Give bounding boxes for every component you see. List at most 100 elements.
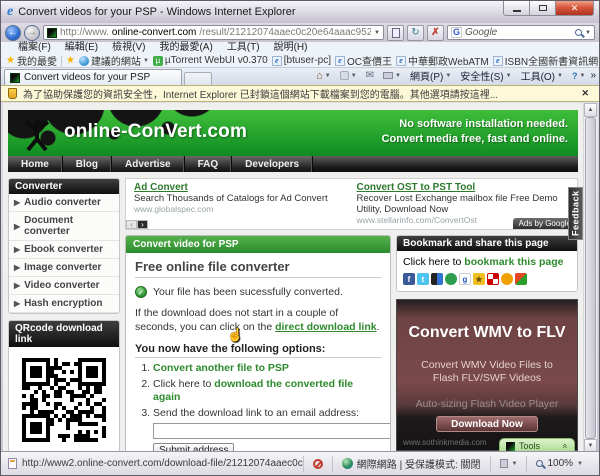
nav-faq[interactable]: FAQ xyxy=(184,156,233,172)
utorrent-icon: µ xyxy=(152,55,163,66)
search-magnifier-icon[interactable] xyxy=(575,29,583,36)
sidebar-item-video-converter[interactable]: ▶ Video converter xyxy=(9,277,119,295)
search-dropdown-icon[interactable]: ▼ xyxy=(585,30,591,36)
favorite-webatm[interactable]: e 中華郵政WebATM xyxy=(396,54,489,67)
command-overflow-chevron[interactable]: » xyxy=(590,70,596,81)
tab-convert-videos[interactable]: Convert videos for your PSP xyxy=(4,69,182,85)
qrcode-panel: QRcode download link What is this? xyxy=(8,320,120,453)
page-menu-button[interactable]: 網頁(P) ▼ xyxy=(406,68,455,83)
feeds-button[interactable]: ▼ xyxy=(336,71,361,80)
feedback-tab[interactable]: Feedback xyxy=(568,187,583,240)
nav-developers[interactable]: Developers xyxy=(232,156,314,172)
window-controls: ✕ xyxy=(503,1,594,16)
security-zone[interactable]: 網際網路 | 受保護模式: 關閉 xyxy=(331,455,490,472)
url-path: /result/21212074aaec0c20e64aaac9522d5f27 xyxy=(199,27,371,38)
add-favorite-icon[interactable]: ★ xyxy=(66,55,75,66)
direct-download-link[interactable]: direct download link xyxy=(275,321,377,333)
compatibility-view-button[interactable] xyxy=(387,24,404,41)
help-button[interactable]: ? ▼ xyxy=(568,71,589,81)
status-page-icon xyxy=(8,458,17,469)
info-bar-message[interactable]: 為了協助保護您的資訊安全性，Internet Explorer 已封鎖這個網站下… xyxy=(23,86,498,101)
site-logo[interactable]: online-ConVert.com xyxy=(64,121,247,143)
sidebar-item-image-converter[interactable]: ▶ Image converter xyxy=(9,259,119,277)
zoom-control[interactable]: 100% ▼ xyxy=(526,455,592,472)
vertical-scrollbar[interactable]: ▲ ▼ xyxy=(583,103,597,453)
ad-next-button[interactable]: › xyxy=(137,220,148,229)
globe-share-icon[interactable] xyxy=(445,273,457,285)
bookmark-this-page-link[interactable]: bookmark this page xyxy=(464,256,563,268)
safety-menu-button[interactable]: 安全性(S) ▼ xyxy=(456,68,515,83)
scroll-up-arrow[interactable]: ▲ xyxy=(584,103,597,117)
minimize-button[interactable] xyxy=(503,1,530,16)
wmv-ad-banner[interactable]: Convert WMV to FLV Convert WMV Video Fil… xyxy=(396,299,578,451)
delicious-icon[interactable] xyxy=(431,273,443,285)
center-area: Ad Convert Search Thousands of Catalogs … xyxy=(125,178,578,453)
nav-home[interactable]: Home xyxy=(8,156,63,172)
checkered-share-icon[interactable] xyxy=(487,273,499,285)
title-bar[interactable]: e Convert videos for your PSP - Windows … xyxy=(1,1,599,23)
sidebar-item-ebook-converter[interactable]: ▶ Ebook converter xyxy=(9,241,119,259)
stop-button[interactable]: ✗ xyxy=(427,24,444,41)
menu-help[interactable]: 說明(H) xyxy=(267,42,315,54)
zoom-dropdown-icon: ▼ xyxy=(577,460,583,467)
menu-tools[interactable]: 工具(T) xyxy=(220,42,267,54)
yellow-share-icon[interactable]: ★ xyxy=(473,273,485,285)
collapse-chevron-icon[interactable]: « xyxy=(560,443,570,448)
home-button[interactable]: ⌂ ▼ xyxy=(312,70,335,82)
refresh-button[interactable]: ↻ xyxy=(407,24,424,41)
favorites-button[interactable]: ★ 我的最愛 xyxy=(6,54,57,67)
privacy-status[interactable] xyxy=(302,455,332,472)
information-bar[interactable]: 為了協助保護您的資訊安全性，Internet Explorer 已封鎖這個網站下… xyxy=(1,85,599,102)
search-input[interactable]: Google xyxy=(465,27,572,38)
print-button[interactable]: ▼ xyxy=(379,72,405,79)
convert-another-link[interactable]: Convert another file to PSP xyxy=(153,362,289,374)
maximize-icon xyxy=(538,5,547,11)
page-icon: e xyxy=(335,55,345,66)
info-bar-close-button[interactable]: ✕ xyxy=(578,88,592,99)
sidebar-item-audio-converter[interactable]: ▶ Audio converter xyxy=(9,194,119,212)
nav-blog[interactable]: Blog xyxy=(62,156,113,172)
maximize-button[interactable] xyxy=(529,1,556,16)
back-button[interactable]: ← xyxy=(5,24,21,41)
sidebar-item-hash-encryption[interactable]: ▶ Hash encryption xyxy=(9,295,119,313)
menu-favorites[interactable]: 我的最愛(A) xyxy=(152,42,219,54)
wmv-download-now-button[interactable]: Download Now xyxy=(436,416,538,432)
tools-menu-button[interactable]: 工具(O) ▼ xyxy=(517,68,567,83)
ad-left-title-link[interactable]: Ad Convert xyxy=(134,182,347,193)
favorite-utorrent[interactable]: µ µTorrent WebUI v0.370 xyxy=(152,55,268,66)
email-input[interactable] xyxy=(153,423,390,439)
nav-advertise[interactable]: Advertise xyxy=(112,156,185,172)
ad-left[interactable]: Ad Convert Search Thousands of Catalogs … xyxy=(134,182,347,219)
twitter-icon[interactable]: t xyxy=(417,273,429,285)
scrollbar-thumb[interactable] xyxy=(585,117,596,439)
close-button[interactable]: ✕ xyxy=(555,1,594,16)
favorite-btuser-pc[interactable]: e [btuser-pc] xyxy=(271,55,331,66)
sidebar-item-document-converter[interactable]: ▶ Document converter xyxy=(9,212,119,241)
facebook-icon[interactable]: f xyxy=(403,273,415,285)
new-tab-button[interactable] xyxy=(184,72,212,85)
ad-right-title-link[interactable]: Convert OST to PST Tool xyxy=(357,182,570,193)
favorite-suggested-sites[interactable]: 建議的網站 ▼ xyxy=(78,54,149,67)
page-icon: e xyxy=(492,55,503,66)
favorite-oc[interactable]: e OC查價王 xyxy=(335,54,392,67)
right-sidebar: Bookmark and share this page Click here … xyxy=(396,235,578,451)
compatibility-page-icon xyxy=(391,27,400,38)
menu-file[interactable]: 檔案(F) xyxy=(11,42,58,54)
favorite-isbn[interactable]: e ISBN全國新書資訊網 - 書... xyxy=(492,54,599,67)
menu-edit[interactable]: 編輯(E) xyxy=(58,42,105,54)
search-box[interactable]: G Google ▼ xyxy=(447,25,595,40)
ad-prev-button[interactable]: ‹ xyxy=(126,220,137,229)
read-mail-button[interactable]: ✉ xyxy=(362,70,378,81)
google-bookmark-icon[interactable]: g xyxy=(459,273,471,285)
ad-right[interactable]: Convert OST to PST Tool Recover Lost Exc… xyxy=(357,182,570,225)
forward-button[interactable]: → xyxy=(24,24,40,41)
address-bar[interactable]: http://www. online-convert.com/result/212… xyxy=(43,25,384,40)
address-dropdown-icon[interactable]: ▼ xyxy=(374,30,380,36)
option-download-again: Click here to download the converted fil… xyxy=(153,378,381,404)
menu-view[interactable]: 檢視(V) xyxy=(105,42,152,54)
windows-share-icon[interactable] xyxy=(515,273,527,285)
security-report-button[interactable]: ▼ xyxy=(489,455,527,472)
orange-circle-icon[interactable] xyxy=(501,273,513,285)
wmv-ad-line1: Convert WMV Video Files to Flash FLV/SWF… xyxy=(421,359,553,384)
page-title: Free online file converter xyxy=(135,259,381,278)
